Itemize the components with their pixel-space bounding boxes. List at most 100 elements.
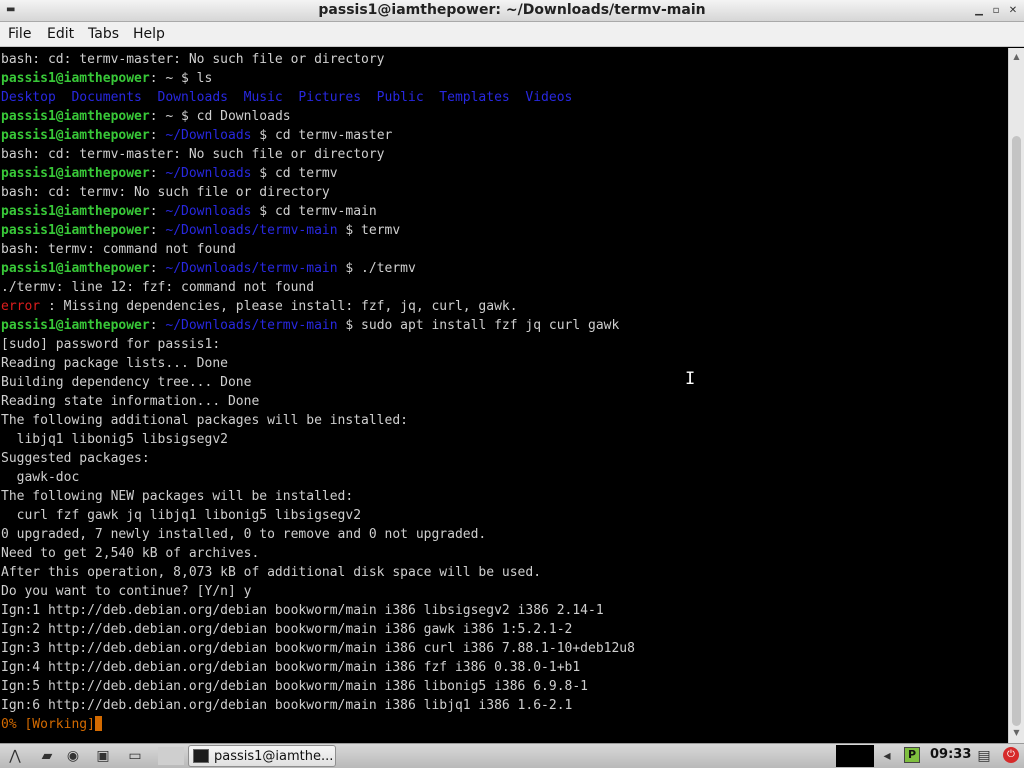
terminal-lines: bash: cd: termv-master: No such file or … xyxy=(1,50,635,734)
terminal-line: The following NEW packages will be insta… xyxy=(1,487,635,506)
terminal-segment: Ign:5 http://deb.debian.org/debian bookw… xyxy=(1,679,588,694)
terminal-segment: error xyxy=(1,299,41,314)
show-desktop-icon[interactable]: ▣ xyxy=(94,747,112,765)
terminal-segment: : xyxy=(149,128,166,143)
terminal-segment: The following additional packages will b… xyxy=(1,413,408,428)
terminal-cursor xyxy=(94,716,102,731)
terminal-segment: passis1@iamthepower xyxy=(1,261,150,276)
terminal-segment: gawk-doc xyxy=(1,470,80,485)
terminal-segment: ~/Downloads/termv-main xyxy=(165,261,338,276)
terminal-line: bash: cd: termv-master: No such file or … xyxy=(1,145,635,164)
terminal-task-icon xyxy=(193,749,209,763)
terminal-segment: Desktop Documents Downloads Music Pictur… xyxy=(1,90,573,105)
terminal-segment: ./termv: line 12: fzf: command not found xyxy=(1,280,315,295)
terminal-segment: libjq1 libonig5 libsigsegv2 xyxy=(1,432,228,447)
terminal-line: error : Missing dependencies, please ins… xyxy=(1,297,635,316)
terminal-segment: bash: cd: termv-master: No such file or … xyxy=(1,147,385,162)
terminal-segment: $ sudo apt install fzf jq curl gawk xyxy=(337,318,620,333)
terminal-segment: 0% [Working] xyxy=(1,717,95,732)
minimize-icon[interactable]: ▁ xyxy=(972,4,986,18)
terminal-segment: Ign:4 http://deb.debian.org/debian bookw… xyxy=(1,660,581,675)
window-titlebar[interactable]: ▬ passis1@iamthepower: ~/Downloads/termv… xyxy=(0,0,1024,22)
terminal-line: Ign:3 http://deb.debian.org/debian bookw… xyxy=(1,639,635,658)
pager-icon[interactable]: P xyxy=(904,747,920,763)
terminal-segment: passis1@iamthepower xyxy=(1,128,150,143)
volume-icon[interactable]: ◂ xyxy=(878,747,896,765)
terminal-line: Ign:6 http://deb.debian.org/debian bookw… xyxy=(1,696,635,715)
terminal-segment: ~/Downloads xyxy=(165,128,252,143)
terminal-line: Do you want to continue? [Y/n] y xyxy=(1,582,635,601)
taskbar-terminal-task[interactable]: passis1@iamthe... xyxy=(188,745,336,767)
taskbar: ⋀ ▰ ◉ ▣ ▭ passis1@iamthe... ◂ P 09:33 ▤ … xyxy=(0,743,1024,768)
terminal-segment: Reading state information... Done xyxy=(1,394,260,409)
terminal-output[interactable]: bash: cd: termv-master: No such file or … xyxy=(0,48,1008,743)
terminal-line: passis1@iamthepower: ~/Downloads/termv-m… xyxy=(1,221,635,240)
scrollbar-thumb[interactable] xyxy=(1012,136,1021,726)
terminal-line: passis1@iamthepower: ~ $ ls xyxy=(1,69,635,88)
terminal-line: The following additional packages will b… xyxy=(1,411,635,430)
terminal-segment: : xyxy=(149,223,166,238)
terminal-line: Desktop Documents Downloads Music Pictur… xyxy=(1,88,635,107)
file-manager-icon[interactable]: ▰ xyxy=(38,747,56,765)
terminal-segment: Ign:1 http://deb.debian.org/debian bookw… xyxy=(1,603,604,618)
text-cursor-icon: I xyxy=(685,369,696,389)
start-menu-icon[interactable]: ⋀ xyxy=(6,747,24,765)
taskbar-task-label: passis1@iamthe... xyxy=(214,749,334,764)
terminal-line: passis1@iamthepower: ~ $ cd Downloads xyxy=(1,107,635,126)
browser-icon[interactable]: ◉ xyxy=(64,747,82,765)
terminal-launcher-icon[interactable]: ▭ xyxy=(126,747,144,765)
terminal-line: bash: cd: termv: No such file or directo… xyxy=(1,183,635,202)
terminal-line: Building dependency tree... Done xyxy=(1,373,635,392)
scroll-down-icon[interactable]: ▼ xyxy=(1011,728,1022,738)
terminal-line: libjq1 libonig5 libsigsegv2 xyxy=(1,430,635,449)
terminal-scrollbar[interactable]: ▲ ▼ xyxy=(1008,48,1024,743)
menu-help[interactable]: Help xyxy=(133,26,165,42)
terminal-segment: After this operation, 8,073 kB of additi… xyxy=(1,565,542,580)
terminal-line: [sudo] password for passis1: xyxy=(1,335,635,354)
terminal-segment: Reading package lists... Done xyxy=(1,356,228,371)
terminal-segment: passis1@iamthepower xyxy=(1,223,150,238)
terminal-line: passis1@iamthepower: ~/Downloads $ cd te… xyxy=(1,126,635,145)
terminal-segment: : xyxy=(149,261,166,276)
terminal-line: Reading state information... Done xyxy=(1,392,635,411)
terminal-segment: The following NEW packages will be insta… xyxy=(1,489,354,504)
terminal-segment: Do you want to continue? [Y/n] y xyxy=(1,584,252,599)
terminal-segment: ~/Downloads/termv-main xyxy=(165,318,338,333)
terminal-line: Ign:4 http://deb.debian.org/debian bookw… xyxy=(1,658,635,677)
menubar: File Edit Tabs Help xyxy=(0,22,1024,47)
terminal-segment: Need to get 2,540 kB of archives. xyxy=(1,546,260,561)
close-icon[interactable]: ✕ xyxy=(1006,4,1020,18)
terminal-segment: : Missing dependencies, please install: … xyxy=(40,299,518,314)
terminal-line: passis1@iamthepower: ~/Downloads/termv-m… xyxy=(1,316,635,335)
menu-tabs[interactable]: Tabs xyxy=(88,26,119,42)
taskbar-clock[interactable]: 09:33 xyxy=(930,747,971,762)
terminal-segment: passis1@iamthepower xyxy=(1,109,150,124)
terminal-line: Need to get 2,540 kB of archives. xyxy=(1,544,635,563)
scroll-up-icon[interactable]: ▲ xyxy=(1011,52,1022,62)
terminal-line: Reading package lists... Done xyxy=(1,354,635,373)
menu-edit[interactable]: Edit xyxy=(47,26,74,42)
terminal-segment: $ cd termv-main xyxy=(251,204,377,219)
terminal-segment: Ign:3 http://deb.debian.org/debian bookw… xyxy=(1,641,635,656)
terminal-segment: Suggested packages: xyxy=(1,451,150,466)
terminal-line: Ign:2 http://deb.debian.org/debian bookw… xyxy=(1,620,635,639)
terminal-line: Ign:1 http://deb.debian.org/debian bookw… xyxy=(1,601,635,620)
terminal-line: bash: termv: command not found xyxy=(1,240,635,259)
network-icon[interactable]: ▤ xyxy=(975,747,993,765)
terminal-segment: passis1@iamthepower xyxy=(1,166,150,181)
terminal-segment: ~/Downloads xyxy=(165,204,252,219)
terminal-segment: : ~ $ ls xyxy=(149,71,213,86)
terminal-segment: passis1@iamthepower xyxy=(1,318,150,333)
terminal-line: curl fzf gawk jq libjq1 libonig5 libsigs… xyxy=(1,506,635,525)
terminal-segment: : xyxy=(149,166,166,181)
terminal-line: Suggested packages: xyxy=(1,449,635,468)
maximize-icon[interactable]: ▫ xyxy=(989,4,1003,18)
terminal-segment: ~/Downloads/termv-main xyxy=(165,223,338,238)
terminal-segment: ~/Downloads xyxy=(165,166,252,181)
menu-file[interactable]: File xyxy=(8,26,31,42)
power-icon[interactable]: ⏻ xyxy=(1003,747,1019,763)
workspace-switcher[interactable] xyxy=(158,747,184,765)
terminal-segment: $ termv xyxy=(337,223,401,238)
window-title: passis1@iamthepower: ~/Downloads/termv-m… xyxy=(318,2,706,18)
terminal-segment: $ cd termv xyxy=(251,166,338,181)
